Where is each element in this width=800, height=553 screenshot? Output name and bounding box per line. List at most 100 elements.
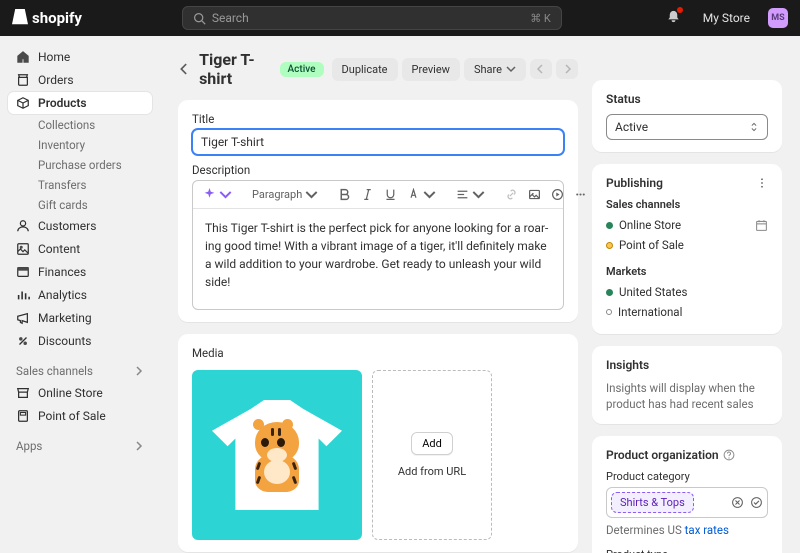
tax-note: Determines US tax rates — [606, 522, 768, 538]
status-dot-icon — [606, 309, 612, 315]
home-icon — [16, 50, 30, 64]
channel-label: Point of Sale — [619, 238, 684, 252]
page-header: Tiger T-shirt Active Duplicate Preview S… — [178, 50, 578, 88]
align-button[interactable] — [452, 185, 489, 204]
notification-dot-icon — [677, 7, 683, 13]
share-button[interactable]: Share — [464, 58, 526, 81]
chevron-right-icon — [134, 366, 144, 376]
shopify-bag-icon — [12, 9, 28, 27]
add-from-url-link[interactable]: Add from URL — [398, 465, 466, 478]
sidebar-item-label: Products — [38, 96, 87, 110]
channel-label: International — [618, 305, 682, 319]
sidebar-item-orders[interactable]: Orders — [8, 69, 152, 91]
tshirt-image — [212, 400, 342, 510]
store-name-label[interactable]: My Store — [703, 11, 750, 25]
back-arrow-icon[interactable] — [178, 61, 191, 77]
tiger-graphic — [247, 422, 307, 492]
underline-button[interactable] — [380, 185, 401, 204]
search-wrap: Search ⌘ K — [94, 6, 650, 30]
media-card: Media — [178, 334, 578, 552]
video-button[interactable] — [547, 185, 568, 204]
sales-channels-label: Sales channels — [606, 198, 768, 211]
italic-button[interactable] — [357, 185, 378, 204]
link-icon — [505, 188, 518, 201]
media-thumbnail[interactable] — [192, 370, 362, 540]
marketing-icon — [16, 311, 30, 325]
description-textarea[interactable]: This Tiger T-shirt is the perfect pick f… — [193, 209, 563, 309]
status-select[interactable]: Active — [606, 114, 768, 140]
sidebar-sub-inventory[interactable]: Inventory — [8, 135, 152, 155]
sidebar-sub-transfers[interactable]: Transfers — [8, 175, 152, 195]
sidebar-item-customers[interactable]: Customers — [8, 215, 152, 237]
select-arrows-icon — [749, 122, 759, 132]
notifications-button[interactable] — [662, 5, 685, 31]
sidebar-channel-online-store[interactable]: Online Store — [8, 382, 152, 404]
category-field[interactable]: Shirts & Tops — [606, 487, 768, 518]
sidebar-item-home[interactable]: Home — [8, 46, 152, 68]
duplicate-button[interactable]: Duplicate — [332, 58, 398, 81]
sidebar-item-finances[interactable]: Finances — [8, 261, 152, 283]
more-button[interactable] — [570, 185, 591, 204]
products-icon — [16, 96, 30, 110]
more-icon — [574, 188, 587, 201]
main-content: Tiger T-shirt Active Duplicate Preview S… — [160, 36, 800, 553]
next-button[interactable] — [556, 59, 578, 79]
calendar-icon[interactable] — [755, 219, 768, 232]
prev-button[interactable] — [530, 59, 552, 79]
search-input[interactable]: Search ⌘ K — [182, 6, 562, 30]
chevron-down-icon — [423, 188, 436, 201]
chevron-left-icon — [536, 64, 546, 74]
search-icon — [193, 12, 206, 25]
sidebar-item-label: Analytics — [38, 288, 87, 302]
paragraph-dropdown[interactable]: Paragraph — [248, 185, 322, 204]
preview-button[interactable]: Preview — [402, 58, 460, 81]
sidebar-item-discounts[interactable]: Discounts — [8, 330, 152, 352]
check-icon[interactable] — [750, 496, 763, 509]
sidebar-sub-gift-cards[interactable]: Gift cards — [8, 195, 152, 215]
finances-icon — [16, 265, 30, 279]
avatar[interactable]: MS — [768, 8, 788, 28]
publishing-heading-text: Publishing — [606, 176, 663, 190]
preview-label: Preview — [412, 63, 450, 76]
sales-channels-heading[interactable]: Sales channels — [8, 356, 152, 382]
color-button[interactable] — [403, 185, 440, 204]
apps-heading[interactable]: Apps — [8, 431, 152, 457]
title-card: Title Description Paragraph — [178, 100, 578, 322]
editor-toolbar: Paragraph — [193, 181, 563, 209]
bold-button[interactable] — [334, 185, 355, 204]
channel-row: International — [606, 302, 768, 322]
more-icon[interactable] — [756, 177, 768, 189]
media-dropzone[interactable]: Add Add from URL — [372, 370, 492, 540]
link-button[interactable] — [501, 185, 522, 204]
sidebar-item-label: Finances — [38, 265, 86, 279]
sidebar-item-products[interactable]: Products — [8, 92, 152, 114]
status-heading: Status — [606, 92, 768, 106]
sidebar-channel-point-of-sale[interactable]: Point of Sale — [8, 405, 152, 427]
tax-rates-link[interactable]: tax rates — [685, 523, 729, 537]
sidebar-item-label: Discounts — [38, 334, 91, 348]
chevron-down-icon — [305, 188, 318, 201]
search-shortcut: ⌘ K — [530, 12, 551, 25]
ai-button[interactable] — [199, 185, 236, 204]
image-button[interactable] — [524, 185, 545, 204]
page-title: Tiger T-shirt — [199, 50, 271, 88]
sidebar-item-content[interactable]: Content — [8, 238, 152, 260]
sidebar-item-analytics[interactable]: Analytics — [8, 284, 152, 306]
help-icon[interactable] — [723, 449, 735, 461]
clear-icon[interactable] — [731, 496, 744, 509]
insights-text: Insights will display when the product h… — [606, 380, 768, 412]
shopify-logo[interactable]: shopify — [12, 9, 82, 27]
underline-icon — [384, 188, 397, 201]
description-editor: Paragraph — [192, 180, 564, 310]
sidebar-sub-purchase-orders[interactable]: Purchase orders — [8, 155, 152, 175]
channel-label: Online Store — [619, 218, 681, 232]
sidebar-sub-collections[interactable]: Collections — [8, 115, 152, 135]
add-media-button[interactable]: Add — [411, 432, 453, 455]
insights-card: Insights Insights will display when the … — [592, 346, 782, 424]
chevron-down-icon — [472, 188, 485, 201]
publishing-card: Publishing Sales channels Online Store Po… — [592, 164, 782, 334]
category-chip[interactable]: Shirts & Tops — [611, 492, 694, 513]
sidebar-item-marketing[interactable]: Marketing — [8, 307, 152, 329]
align-icon — [456, 188, 469, 201]
title-input[interactable] — [192, 129, 564, 155]
